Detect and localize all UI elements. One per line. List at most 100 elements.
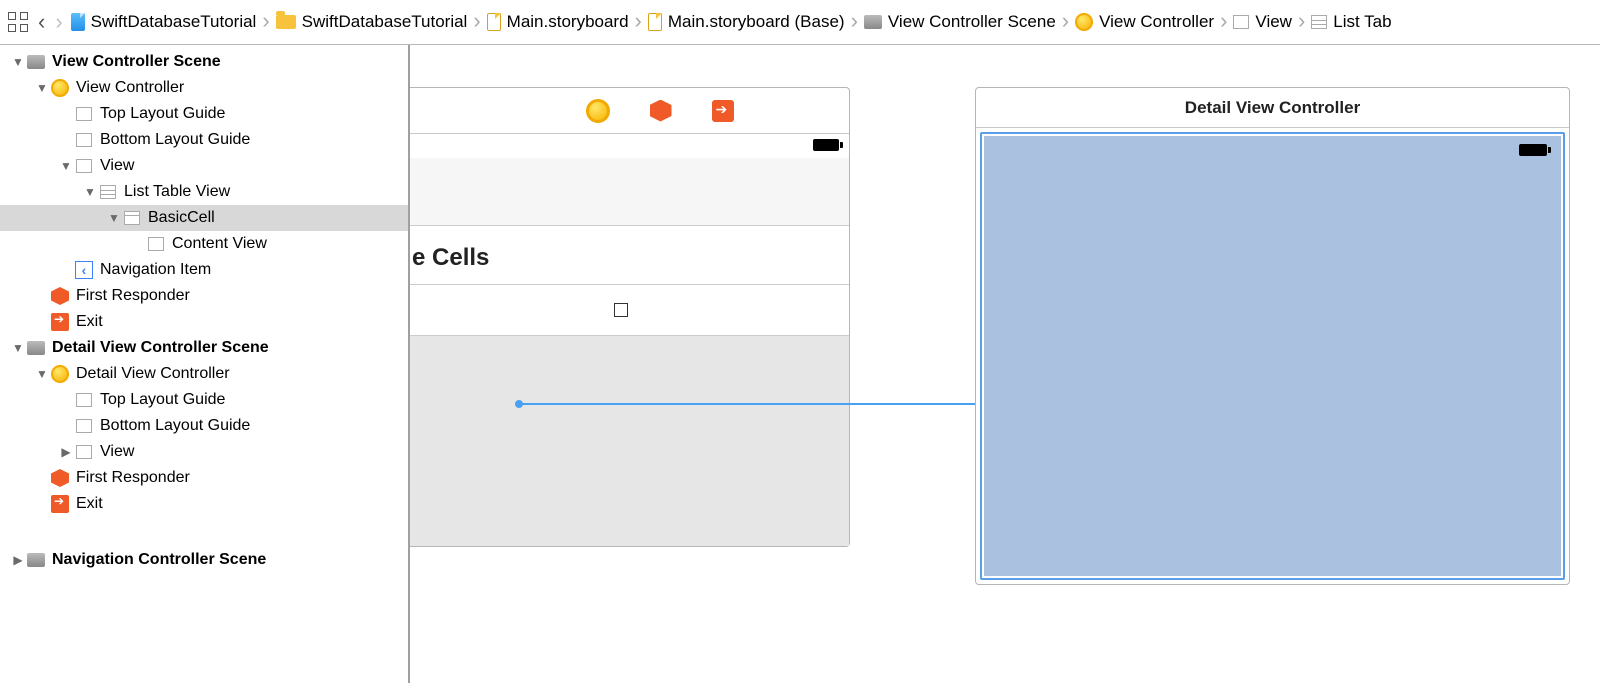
first-responder-icon	[51, 287, 69, 305]
outline-basic-cell[interactable]: BasicCell	[0, 205, 408, 231]
scene-icon	[27, 341, 45, 355]
scene-dock[interactable]	[410, 88, 849, 134]
outline-label: Bottom Layout Guide	[100, 131, 250, 149]
crumb-vc-label: View Controller	[1099, 12, 1214, 32]
outline-scene-navigation[interactable]: Navigation Controller Scene	[0, 547, 408, 573]
disclosure-triangle-icon[interactable]	[36, 367, 48, 381]
outline-view[interactable]: View	[0, 153, 408, 179]
outline-first-responder[interactable]: First Responder	[0, 283, 408, 309]
crumb-sep: ›	[1062, 8, 1069, 34]
prototype-cells-label: e Cells	[410, 226, 849, 284]
crumb-sep: ›	[1298, 8, 1305, 34]
crumb-storyboard-base[interactable]: Main.storyboard (Base)	[648, 12, 845, 32]
outline-label: Top Layout Guide	[100, 105, 225, 123]
outline-detail-view-controller[interactable]: Detail View Controller	[0, 361, 408, 387]
document-outline[interactable]: View Controller Scene View Controller To…	[0, 45, 410, 683]
outline-label: View	[100, 157, 134, 175]
outline-bottom-layout-guide[interactable]: Bottom Layout Guide	[0, 127, 408, 153]
outline-label: Bottom Layout Guide	[100, 417, 250, 435]
scene-title-label: Detail View Controller	[1185, 98, 1360, 118]
crumb-storyboard[interactable]: Main.storyboard	[487, 12, 629, 32]
crumb-table[interactable]: List Tab	[1311, 12, 1391, 32]
project-file-icon	[71, 13, 85, 31]
crumb-scene-label: View Controller Scene	[888, 12, 1056, 32]
disclosure-triangle-icon[interactable]	[12, 341, 24, 355]
nav-forward-icon[interactable]: ›	[53, 9, 64, 35]
crumb-project[interactable]: SwiftDatabaseTutorial	[71, 12, 257, 32]
view-controller-icon[interactable]	[586, 99, 610, 123]
outline-first-responder[interactable]: First Responder	[0, 465, 408, 491]
crumb-view[interactable]: View	[1233, 12, 1292, 32]
crumb-storyboard-label: Main.storyboard	[507, 12, 629, 32]
storyboard-canvas[interactable]: e Cells Detail View Controller	[410, 45, 1600, 683]
outline-label: List Table View	[124, 183, 230, 201]
outline-bottom-layout-guide[interactable]: Bottom Layout Guide	[0, 413, 408, 439]
disclosure-triangle-icon[interactable]	[60, 445, 72, 459]
crumb-view-controller[interactable]: View Controller	[1075, 12, 1214, 32]
status-bar	[410, 134, 849, 158]
scene-icon	[864, 15, 882, 29]
outline-label: View	[100, 443, 134, 461]
disclosure-triangle-icon[interactable]	[12, 553, 24, 567]
scene-icon	[27, 55, 45, 69]
outline-label: BasicCell	[148, 209, 215, 227]
crumb-folder-label: SwiftDatabaseTutorial	[302, 12, 468, 32]
crumb-scene[interactable]: View Controller Scene	[864, 12, 1056, 32]
workspace: View Controller Scene View Controller To…	[0, 45, 1600, 683]
breadcrumb-bar: ‹ › SwiftDatabaseTutorial › SwiftDatabas…	[0, 0, 1600, 45]
outline-top-layout-guide[interactable]: Top Layout Guide	[0, 387, 408, 413]
outline-label: Detail View Controller	[76, 365, 230, 383]
selected-view[interactable]	[980, 132, 1565, 580]
disclosure-triangle-icon[interactable]	[36, 81, 48, 95]
nav-back-icon[interactable]: ‹	[36, 9, 47, 35]
first-responder-icon[interactable]	[650, 100, 672, 122]
view-icon	[76, 445, 92, 459]
outline-scene-view-controller[interactable]: View Controller Scene	[0, 49, 408, 75]
disclosure-triangle-icon[interactable]	[12, 55, 24, 69]
crumb-view-label: View	[1255, 12, 1292, 32]
first-responder-icon	[51, 469, 69, 487]
storyboard-file-icon	[487, 13, 501, 31]
nav-bar-area	[410, 158, 849, 226]
crumb-project-label: SwiftDatabaseTutorial	[91, 12, 257, 32]
outline-navigation-item[interactable]: Navigation Item	[0, 257, 408, 283]
outline-view-controller[interactable]: View Controller	[0, 75, 408, 101]
related-items-icon[interactable]	[6, 10, 30, 34]
disclosure-triangle-icon[interactable]	[60, 159, 72, 173]
disclosure-triangle-icon[interactable]	[84, 185, 96, 199]
crumb-sep: ›	[1220, 8, 1227, 34]
outline-scene-detail[interactable]: Detail View Controller Scene	[0, 335, 408, 361]
outline-content-view[interactable]: Content View	[0, 231, 408, 257]
outline-view[interactable]: View	[0, 439, 408, 465]
table-view-icon	[100, 185, 116, 199]
outline-label: Exit	[76, 495, 103, 513]
table-background	[410, 336, 849, 546]
outline-list-table-view[interactable]: List Table View	[0, 179, 408, 205]
storyboard-detail-vc[interactable]: Detail View Controller	[975, 87, 1570, 585]
exit-icon[interactable]	[712, 100, 734, 122]
prototype-cell[interactable]	[410, 285, 849, 335]
exit-icon	[51, 313, 69, 331]
scene-title[interactable]: Detail View Controller	[976, 88, 1569, 128]
crumb-sep: ›	[262, 8, 269, 34]
crumb-folder[interactable]: SwiftDatabaseTutorial	[276, 12, 468, 32]
outline-exit[interactable]: Exit	[0, 491, 408, 517]
view-icon	[76, 159, 92, 173]
outline-label: Top Layout Guide	[100, 391, 225, 409]
detail-vc-view[interactable]	[984, 136, 1561, 576]
outline-exit[interactable]: Exit	[0, 309, 408, 335]
exit-icon	[51, 495, 69, 513]
outline-top-layout-guide[interactable]: Top Layout Guide	[0, 101, 408, 127]
view-icon	[1233, 15, 1249, 29]
crumb-sep: ›	[635, 8, 642, 34]
storyboard-list-vc[interactable]: e Cells	[410, 87, 850, 547]
outline-label: Content View	[172, 235, 267, 253]
view-icon	[148, 237, 164, 251]
outline-label: View Controller Scene	[52, 53, 221, 71]
crumb-table-label: List Tab	[1333, 12, 1391, 32]
view-controller-icon	[51, 365, 69, 383]
disclosure-triangle-icon[interactable]	[108, 211, 120, 225]
outline-label: Navigation Item	[100, 261, 211, 279]
outline-label: View Controller	[76, 79, 184, 97]
table-cell-icon	[124, 211, 140, 225]
